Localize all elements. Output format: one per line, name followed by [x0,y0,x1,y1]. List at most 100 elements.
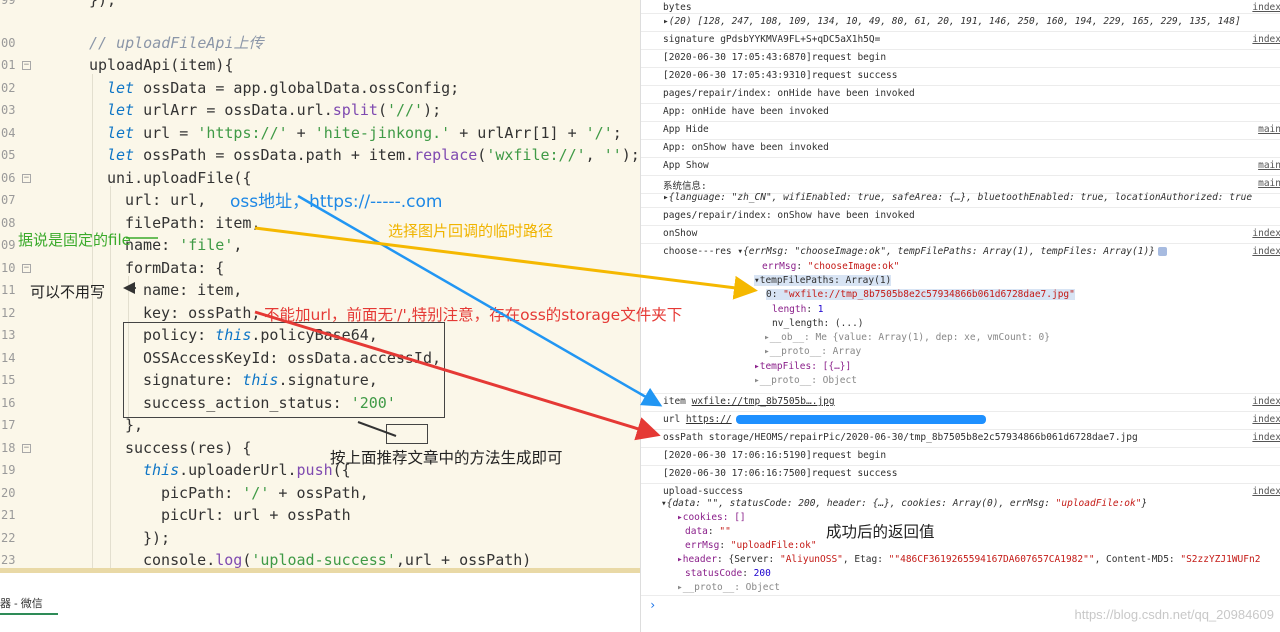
line-number: 16 [1,396,16,410]
console-row: pages/repair/index: onHide have been inv… [641,86,1280,104]
source-link[interactable]: index [1248,486,1280,497]
console-message: [2020-06-30 17:05:43:6870]request begin [663,52,887,63]
console-message: ossPath storage/HEOMS/repairPic/2020-06-… [663,432,1138,443]
tree-tempfiles[interactable]: ▸tempFiles: [{…}] [754,361,851,372]
fold-toggle-icon[interactable]: − [22,61,31,70]
temp-path-note: 选择图片回调的临时路径 [388,222,554,240]
console-row: [2020-06-30 17:05:43:6870]request begin [641,50,1280,68]
utree-header[interactable]: ▸header: {Server: "AliyunOSS", Etag: ""4… [677,554,1260,565]
source-link[interactable]: index [1248,34,1280,45]
line-number: 02 [1,81,16,95]
utree-data: data: "" [685,526,731,537]
console-message: ▸(20) [128, 247, 108, 109, 134, 10, 49, … [663,16,1241,27]
choose-res-block: choose---res ▾{errMsg: "chooseImage:ok",… [641,244,1280,394]
indent-guide [92,74,93,568]
line-number: 13 [1,328,16,342]
console-message: choose---res ▾{errMsg: "chooseImage:ok",… [663,246,1167,257]
code-line-104: let url = 'https://' + 'hite-jinkong.' +… [107,124,622,142]
code-line-119: this.uploaderUrl.push({ [143,461,351,479]
source-link[interactable]: index [1248,228,1280,239]
console-message: url https:// [663,414,986,425]
fold-toggle-icon[interactable]: − [22,174,31,183]
url-row: url https:// index [641,412,1280,430]
devtools-console[interactable]: bytes index ▸(20) [128, 247, 108, 109, 134… [640,0,1280,632]
console-message: upload-success [663,486,744,497]
console-message: [2020-06-30 17:06:16:5190]request begin [663,450,887,461]
tab-underline [0,613,58,615]
source-link[interactable]: index [1248,2,1280,13]
console-row: signature gPdsbYYKMVA9FL+S+qDC5aX1h5Q= in… [641,32,1280,50]
console-message: App Show [663,160,709,171]
source-link[interactable]: main [1254,160,1280,171]
line-number: 21 [1,508,16,522]
line-number: 04 [1,126,16,140]
source-link[interactable]: main [1254,178,1280,189]
code-line-109: name: 'file', [125,236,243,254]
line-number: 22 [1,531,16,545]
fold-toggle-icon[interactable]: − [22,264,31,273]
console-message: [2020-06-30 17:06:16:7500]request succes… [663,468,898,479]
optional-note: 可以不用写 [30,283,106,301]
console-message: App: onHide have been invoked [663,106,829,117]
code-line-118: success(res) { [125,439,252,457]
console-row: [2020-06-30 17:06:16:5190]request begin [641,448,1280,466]
code-line-99: }); [89,0,117,9]
console-message: [2020-06-30 17:05:43:9310]request succes… [663,70,898,81]
code-line-103: let urlArr = ossData.url.split('//'); [107,101,442,119]
line-number: 17 [1,418,16,432]
code-line-121: picUrl: url + ossPath [161,506,351,524]
fixed-file-note: 据说是固定的file [18,231,131,249]
console-message: item wxfile://tmp_8b7505b….jpg [663,396,835,407]
console-row: onShow index [641,226,1280,244]
tree-tempfilepaths[interactable]: ▾tempFilePaths: Array(1) [754,275,892,286]
utree-errmsg: errMsg: "uploadFile:ok" [685,540,817,551]
utree-proto[interactable]: ▸__proto__: Object [677,582,780,593]
code-line-101: uploadApi(item){ [89,56,234,74]
console-row: ▸{language: "zh_CN", wifiEnabled: true, … [641,190,1280,208]
code-line-105: let ossPath = ossData.path + item.replac… [107,146,640,164]
console-row: [2020-06-30 17:06:16:7500]request succes… [641,466,1280,484]
console-message: signature gPdsbYYKMVA9FL+S+qDC5aX1h5Q= [663,34,881,45]
utree-cookies[interactable]: ▸cookies: [] [677,512,746,523]
source-link[interactable]: index [1248,396,1280,407]
line-number: 00 [1,36,16,50]
code-line-110: formData: { [125,259,225,277]
console-row: bytes index [641,0,1280,14]
redacted-url [735,415,986,424]
code-line-102: let ossData = app.globalData.ossConfig; [107,79,460,97]
line-number: 20 [1,486,16,500]
code-line-112: key: ossPath, [143,304,261,322]
item-row: item wxfile://tmp_8b7505b….jpg index [641,394,1280,412]
console-row: App Hide main [641,122,1280,140]
tree-ob[interactable]: ▸__ob__: Me {value: Array(1), dep: xe, v… [764,332,1050,343]
fold-toggle-icon[interactable]: − [22,444,31,453]
tree-length: length: 1 [772,304,824,315]
line-number: 01 [1,58,16,72]
console-message: pages/repair/index: onHide have been inv… [663,88,915,99]
console-row: [2020-06-30 17:05:43:9310]request succes… [641,68,1280,86]
source-link[interactable]: index [1248,414,1280,425]
line-number: 19 [1,463,16,477]
console-row: App: onShow have been invoked [641,140,1280,158]
console-prompt[interactable]: › [649,598,656,612]
console-message: pages/repair/index: onShow have been inv… [663,210,915,221]
tree-proto-object[interactable]: ▸__proto__: Object [754,375,857,386]
code-line-108: filePath: item, [125,214,261,232]
code-line-111: name: item, [143,281,243,299]
line-number: 15 [1,373,16,387]
status-bar: 器 - 微信 [0,568,640,632]
wechat-tab[interactable]: 器 - 微信 [0,595,43,611]
no-url-note: 不能加url，前面无'/',特别注意，存在oss的storage文件夹下 [264,306,683,324]
line-number: 06 [1,171,16,185]
returned-value-note: 成功后的返回值 [826,523,935,541]
code-line-100: // uploadFileApi上传 [89,34,264,52]
source-link[interactable]: main [1254,124,1280,135]
upload-object[interactable]: ▾{data: "", statusCode: 200, header: {…}… [661,498,1147,509]
tree-path0: 0: "wxfile://tmp_8b7505b8e2c57934866b061… [766,289,1075,300]
source-link[interactable]: index [1248,246,1280,257]
tree-proto[interactable]: ▸__proto__: Array [764,346,861,357]
generate-note: 按上面推荐文章中的方法生成即可 [330,449,563,467]
line-number: 14 [1,351,16,365]
code-line-107: url: url, [125,191,207,209]
source-link[interactable]: index [1248,432,1280,443]
